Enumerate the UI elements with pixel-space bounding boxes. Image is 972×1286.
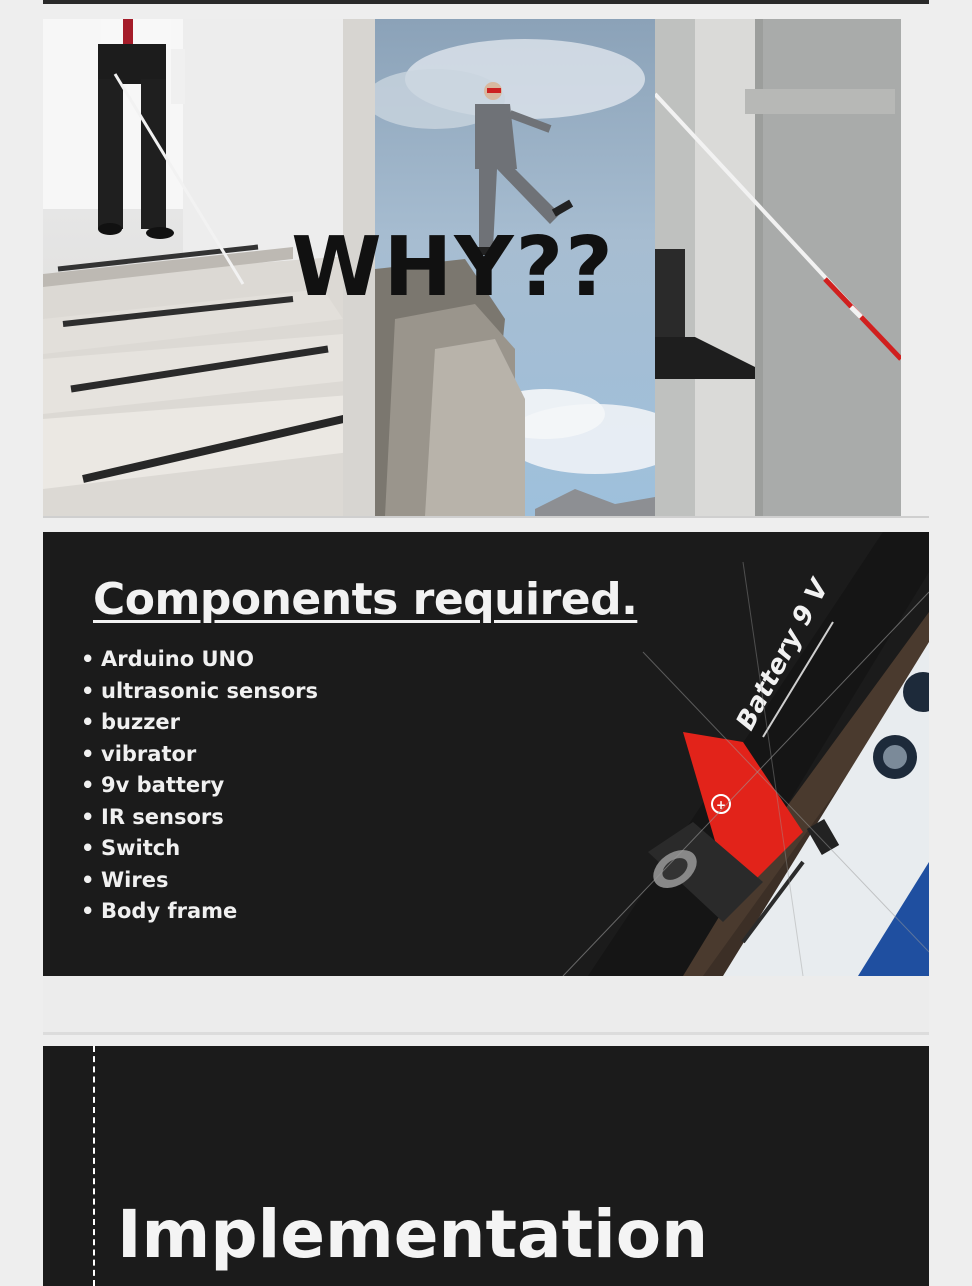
list-item: buzzer — [81, 707, 318, 739]
street-cane-photo — [655, 19, 901, 516]
list-item: IR sensors — [81, 802, 318, 834]
list-item: Wires — [81, 865, 318, 897]
implementation-title: Implementation — [117, 1196, 709, 1273]
dashed-guide-line — [93, 1046, 95, 1286]
list-item: ultrasonic sensors — [81, 676, 318, 708]
why-slide: WHY?? — [43, 19, 901, 516]
list-item: Switch — [81, 833, 318, 865]
slide-gap — [43, 976, 929, 1035]
top-slide-edge — [43, 0, 929, 4]
components-list: Arduino UNO ultrasonic sensors buzzer vi… — [81, 644, 318, 928]
street-illustration — [655, 19, 901, 516]
components-slide: + Battery 9 V Components required. Ardui… — [43, 532, 929, 976]
list-item: Arduino UNO — [81, 644, 318, 676]
slide-divider — [43, 516, 929, 518]
implementation-slide: Implementation — [43, 1046, 929, 1286]
components-title: Components required. — [93, 574, 638, 625]
list-item: Body frame — [81, 896, 318, 928]
list-item: vibrator — [81, 739, 318, 771]
list-item: 9v battery — [81, 770, 318, 802]
why-heading: WHY?? — [291, 220, 615, 315]
